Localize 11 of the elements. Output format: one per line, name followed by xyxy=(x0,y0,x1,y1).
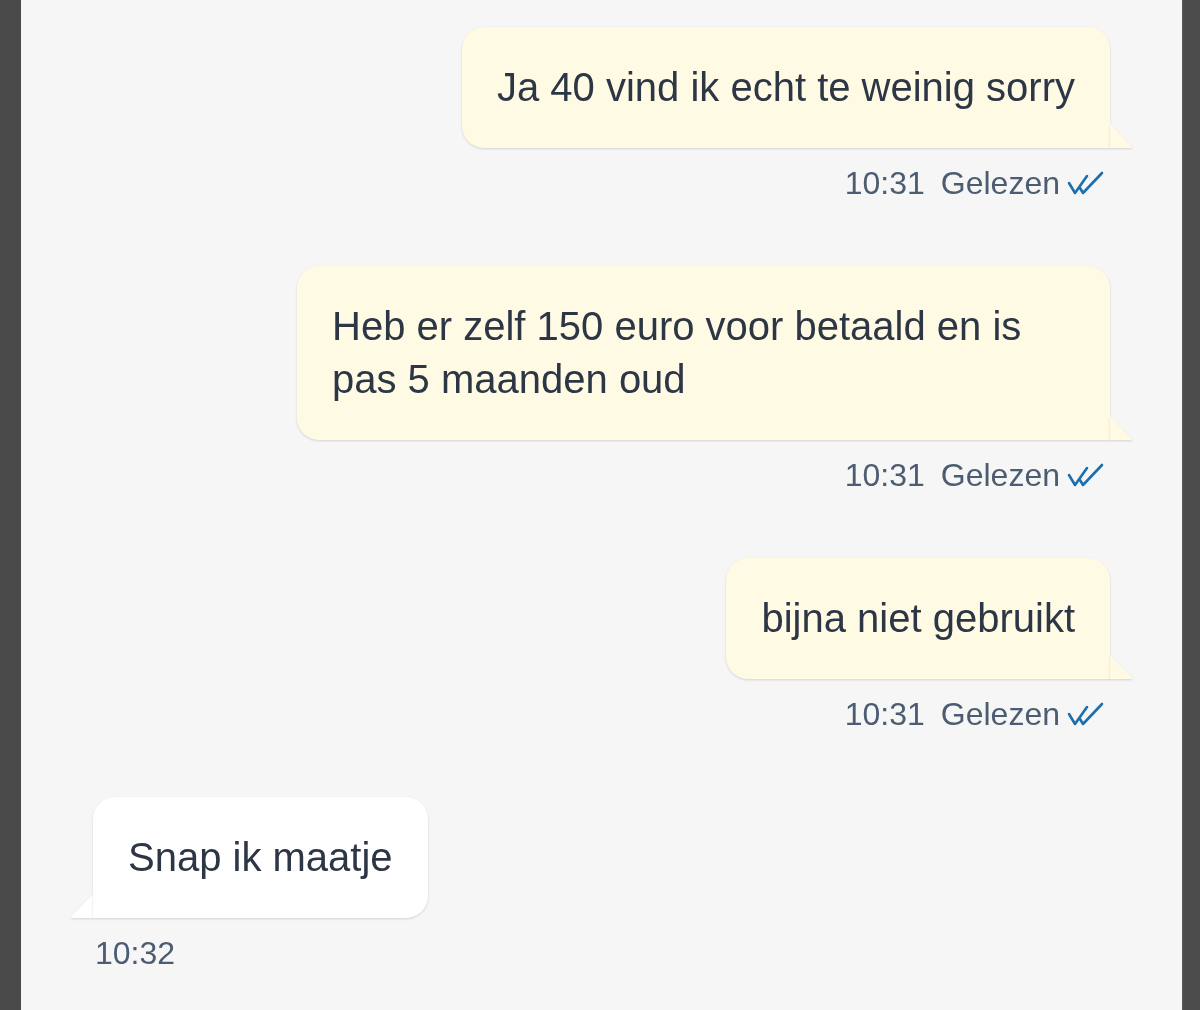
message-time: 10:32 xyxy=(95,934,176,973)
message-text: Heb er zelf 150 euro voor betaald en is pas 5 maanden oud xyxy=(332,303,1023,403)
message-text: bijna niet gebruikt xyxy=(761,595,1075,642)
read-status: Gelezen xyxy=(940,695,1060,734)
message-text: Ja 40 vind ik echt te weinig sorry xyxy=(496,64,1075,111)
read-status: Gelezen xyxy=(940,164,1060,203)
message-time: 10:31 xyxy=(844,695,925,734)
read-status: Gelezen xyxy=(940,456,1060,495)
message-text: Snap ik maatje xyxy=(128,834,393,881)
message-time: 10:31 xyxy=(844,164,925,203)
message-time: 10:31 xyxy=(844,456,925,495)
